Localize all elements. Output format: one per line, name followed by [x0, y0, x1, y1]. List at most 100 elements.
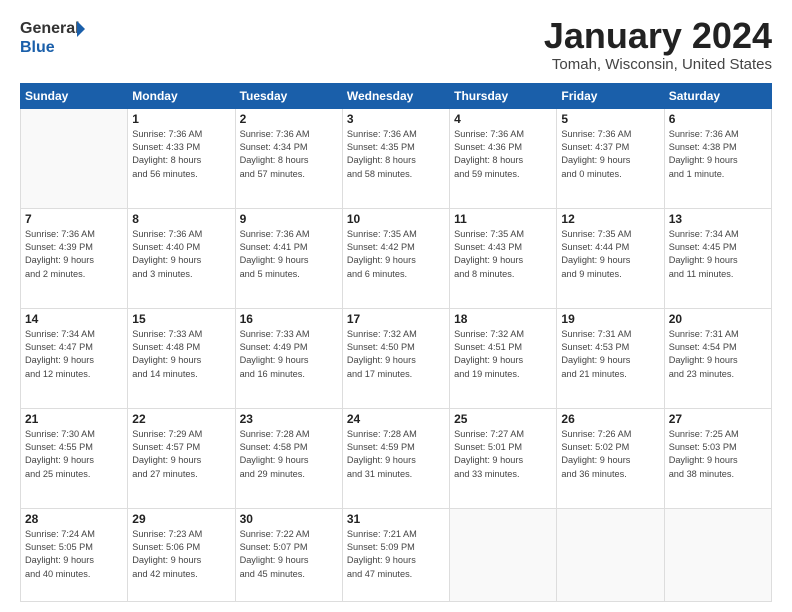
table-row: 10 Sunrise: 7:35 AMSunset: 4:42 PMDayligh…: [342, 208, 449, 308]
col-friday: Friday: [557, 83, 664, 108]
table-row: 19 Sunrise: 7:31 AMSunset: 4:53 PMDayligh…: [557, 308, 664, 408]
table-row: 13Sunrise: 7:34 AMSunset: 4:45 PMDayligh…: [664, 208, 771, 308]
day-info: Sunrise: 7:36 AMSunset: 4:35 PMDaylight:…: [347, 128, 445, 181]
day-number: 29: [132, 512, 230, 526]
day-info: Sunrise: 7:23 AMSunset: 5:06 PMDaylight:…: [132, 528, 230, 581]
col-thursday: Thursday: [450, 83, 557, 108]
table-row: 1 Sunrise: 7:36 AMSunset: 4:33 PMDaylight…: [128, 108, 235, 208]
day-info: Sunrise: 7:36 AMSunset: 4:37 PMDaylight:…: [561, 128, 659, 181]
day-number: 27: [669, 412, 767, 426]
table-row: 4 Sunrise: 7:36 AMSunset: 4:36 PMDaylight…: [450, 108, 557, 208]
day-number: 9: [240, 212, 338, 226]
logo-svg: GeneralBlue: [20, 16, 90, 56]
day-number: 1: [132, 112, 230, 126]
day-number: 26: [561, 412, 659, 426]
day-number: 23: [240, 412, 338, 426]
table-row: 8 Sunrise: 7:36 AMSunset: 4:40 PMDaylight…: [128, 208, 235, 308]
table-row: 24 Sunrise: 7:28 AMSunset: 4:59 PMDayligh…: [342, 408, 449, 508]
day-number: 12: [561, 212, 659, 226]
day-info: Sunrise: 7:36 AMSunset: 4:40 PMDaylight:…: [132, 228, 230, 281]
page: GeneralBlue January 2024 Tomah, Wisconsi…: [0, 0, 792, 612]
day-number: 18: [454, 312, 552, 326]
day-number: 24: [347, 412, 445, 426]
day-number: 6: [669, 112, 767, 126]
day-info: Sunrise: 7:24 AMSunset: 5:05 PMDaylight:…: [25, 528, 123, 581]
table-row: 5 Sunrise: 7:36 AMSunset: 4:37 PMDaylight…: [557, 108, 664, 208]
col-sunday: Sunday: [21, 83, 128, 108]
day-info: Sunrise: 7:33 AMSunset: 4:48 PMDaylight:…: [132, 328, 230, 381]
table-row: 20Sunrise: 7:31 AMSunset: 4:54 PMDayligh…: [664, 308, 771, 408]
calendar-table: Sunday Monday Tuesday Wednesday Thursday…: [20, 83, 772, 602]
table-row: 12 Sunrise: 7:35 AMSunset: 4:44 PMDayligh…: [557, 208, 664, 308]
day-info: Sunrise: 7:36 AMSunset: 4:36 PMDaylight:…: [454, 128, 552, 181]
day-number: 8: [132, 212, 230, 226]
table-row: 23Sunrise: 7:28 AMSunset: 4:58 PMDayligh…: [235, 408, 342, 508]
table-row: 6 Sunrise: 7:36 AMSunset: 4:38 PMDaylight…: [664, 108, 771, 208]
table-row: 30 Sunrise: 7:22 AMSunset: 5:07 PMDayligh…: [235, 508, 342, 601]
day-number: 25: [454, 412, 552, 426]
day-info: Sunrise: 7:32 AMSunset: 4:51 PMDaylight:…: [454, 328, 552, 381]
day-info: Sunrise: 7:35 AMSunset: 4:43 PMDaylight:…: [454, 228, 552, 281]
table-row: 21Sunrise: 7:30 AMSunset: 4:55 PMDayligh…: [21, 408, 128, 508]
day-info: Sunrise: 7:34 AMSunset: 4:47 PMDaylight:…: [25, 328, 123, 381]
svg-text:General: General: [20, 20, 80, 37]
day-info: Sunrise: 7:32 AMSunset: 4:50 PMDaylight:…: [347, 328, 445, 381]
location-title: Tomah, Wisconsin, United States: [544, 56, 772, 73]
day-info: Sunrise: 7:36 AMSunset: 4:41 PMDaylight:…: [240, 228, 338, 281]
day-info: Sunrise: 7:35 AMSunset: 4:44 PMDaylight:…: [561, 228, 659, 281]
day-number: 30: [240, 512, 338, 526]
calendar-week-row: 21Sunrise: 7:30 AMSunset: 4:55 PMDayligh…: [21, 408, 772, 508]
day-number: 31: [347, 512, 445, 526]
day-info: Sunrise: 7:21 AMSunset: 5:09 PMDaylight:…: [347, 528, 445, 581]
day-number: 28: [25, 512, 123, 526]
calendar-week-row: 28 Sunrise: 7:24 AMSunset: 5:05 PMDayligh…: [21, 508, 772, 601]
day-number: 11: [454, 212, 552, 226]
table-row: [21, 108, 128, 208]
table-row: 9 Sunrise: 7:36 AMSunset: 4:41 PMDaylight…: [235, 208, 342, 308]
day-number: 17: [347, 312, 445, 326]
day-number: 4: [454, 112, 552, 126]
table-row: 29 Sunrise: 7:23 AMSunset: 5:06 PMDayligh…: [128, 508, 235, 601]
table-row: 3 Sunrise: 7:36 AMSunset: 4:35 PMDaylight…: [342, 108, 449, 208]
table-row: 25 Sunrise: 7:27 AMSunset: 5:01 PMDayligh…: [450, 408, 557, 508]
header: GeneralBlue January 2024 Tomah, Wisconsi…: [20, 16, 772, 73]
col-monday: Monday: [128, 83, 235, 108]
day-info: Sunrise: 7:33 AMSunset: 4:49 PMDaylight:…: [240, 328, 338, 381]
calendar-week-row: 1 Sunrise: 7:36 AMSunset: 4:33 PMDaylight…: [21, 108, 772, 208]
day-info: Sunrise: 7:22 AMSunset: 5:07 PMDaylight:…: [240, 528, 338, 581]
day-info: Sunrise: 7:28 AMSunset: 4:59 PMDaylight:…: [347, 428, 445, 481]
day-number: 5: [561, 112, 659, 126]
table-row: 7Sunrise: 7:36 AMSunset: 4:39 PMDaylight…: [21, 208, 128, 308]
title-section: January 2024 Tomah, Wisconsin, United St…: [544, 16, 772, 73]
table-row: 11 Sunrise: 7:35 AMSunset: 4:43 PMDayligh…: [450, 208, 557, 308]
day-info: Sunrise: 7:36 AMSunset: 4:34 PMDaylight:…: [240, 128, 338, 181]
logo: GeneralBlue: [20, 16, 90, 56]
day-number: 16: [240, 312, 338, 326]
table-row: 28 Sunrise: 7:24 AMSunset: 5:05 PMDayligh…: [21, 508, 128, 601]
day-number: 13: [669, 212, 767, 226]
table-row: [557, 508, 664, 601]
day-number: 2: [240, 112, 338, 126]
day-number: 3: [347, 112, 445, 126]
day-info: Sunrise: 7:31 AMSunset: 4:53 PMDaylight:…: [561, 328, 659, 381]
table-row: 31 Sunrise: 7:21 AMSunset: 5:09 PMDayligh…: [342, 508, 449, 601]
day-info: Sunrise: 7:25 AMSunset: 5:03 PMDaylight:…: [669, 428, 767, 481]
calendar-header-row: Sunday Monday Tuesday Wednesday Thursday…: [21, 83, 772, 108]
table-row: 15Sunrise: 7:33 AMSunset: 4:48 PMDayligh…: [128, 308, 235, 408]
table-row: 2 Sunrise: 7:36 AMSunset: 4:34 PMDaylight…: [235, 108, 342, 208]
day-info: Sunrise: 7:36 AMSunset: 4:38 PMDaylight:…: [669, 128, 767, 181]
day-info: Sunrise: 7:29 AMSunset: 4:57 PMDaylight:…: [132, 428, 230, 481]
col-saturday: Saturday: [664, 83, 771, 108]
table-row: 26Sunrise: 7:26 AMSunset: 5:02 PMDayligh…: [557, 408, 664, 508]
day-info: Sunrise: 7:27 AMSunset: 5:01 PMDaylight:…: [454, 428, 552, 481]
col-wednesday: Wednesday: [342, 83, 449, 108]
day-number: 14: [25, 312, 123, 326]
calendar-week-row: 14 Sunrise: 7:34 AMSunset: 4:47 PMDayligh…: [21, 308, 772, 408]
table-row: 14 Sunrise: 7:34 AMSunset: 4:47 PMDayligh…: [21, 308, 128, 408]
day-info: Sunrise: 7:35 AMSunset: 4:42 PMDaylight:…: [347, 228, 445, 281]
day-number: 10: [347, 212, 445, 226]
day-number: 19: [561, 312, 659, 326]
calendar-week-row: 7Sunrise: 7:36 AMSunset: 4:39 PMDaylight…: [21, 208, 772, 308]
day-info: Sunrise: 7:36 AMSunset: 4:33 PMDaylight:…: [132, 128, 230, 181]
day-number: 7: [25, 212, 123, 226]
